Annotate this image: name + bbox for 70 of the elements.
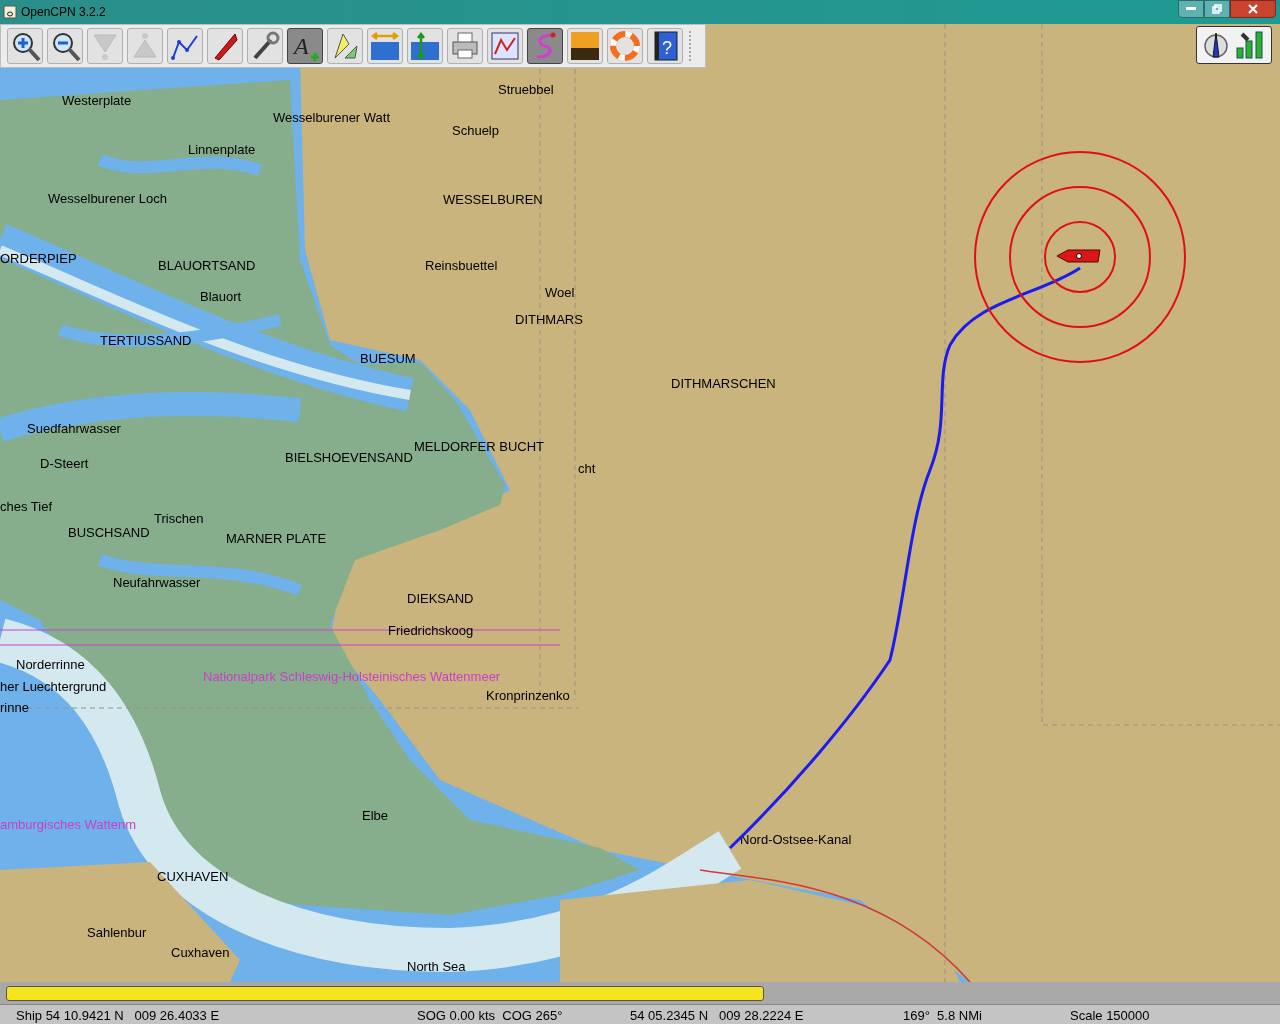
- toolbar-button[interactable]: ?: [647, 28, 683, 64]
- place-label: Blauort: [200, 290, 242, 304]
- restore-icon: [1212, 4, 1222, 14]
- close-icon: [1248, 4, 1258, 14]
- place-label: her Luechtergrund: [0, 680, 107, 694]
- status-field: Ship 54 10.9421 N 009 26.4033 E: [16, 1006, 220, 1024]
- place-label: WESSELBUREN: [443, 193, 543, 207]
- app-icon: [3, 5, 17, 19]
- window-title: OpenCPN 3.2.2: [21, 4, 106, 21]
- place-label: Nord-Ostsee-Kanal: [740, 833, 852, 847]
- place-label: ches Tief: [0, 500, 53, 514]
- place-label: DITHMARS: [515, 313, 583, 327]
- place-label: Sahlenbur: [87, 926, 147, 940]
- close-button[interactable]: [1230, 0, 1276, 18]
- current-icon: [409, 30, 441, 62]
- place-label: DITHMARSCHEN: [671, 377, 776, 391]
- place-label: Westerplate: [62, 94, 132, 108]
- tide-icon: [369, 30, 401, 62]
- toolbar-button[interactable]: [327, 28, 363, 64]
- place-label: Cuxhaven: [171, 946, 230, 960]
- place-label: Reinsbuettel: [425, 259, 498, 273]
- place-label: Elbe: [362, 809, 389, 823]
- place-label: TERTIUSSAND: [100, 334, 192, 348]
- toolbar-button[interactable]: [47, 28, 83, 64]
- place-label: Neufahrwasser: [113, 576, 201, 590]
- signal-strength-icon: [1235, 30, 1265, 60]
- lifebuoy-icon: [609, 30, 641, 62]
- place-label: Trischen: [154, 512, 204, 526]
- place-label: Wesselburener Watt: [273, 111, 391, 125]
- place-label: BUSCHSAND: [68, 526, 150, 540]
- place-label: BLAUORTSAND: [158, 259, 256, 273]
- place-label: Wesselburener Loch: [48, 192, 167, 206]
- place-label: cht: [578, 462, 596, 476]
- place-label: Woel: [545, 286, 575, 300]
- place-label: Kronprinzenko: [486, 689, 570, 703]
- place-label: Linnenplate: [188, 143, 256, 157]
- place-label: MELDORFER BUCHT: [414, 440, 544, 454]
- compass-icon: [1203, 31, 1229, 59]
- status-field: Scale 150000: [1070, 1006, 1150, 1024]
- place-label: DIEKSAND: [407, 592, 474, 606]
- place-label: CUXHAVEN: [157, 870, 229, 884]
- status-field: 169° 5.8 NMi: [903, 1006, 982, 1024]
- sunset-icon: [569, 30, 601, 62]
- place-label: Norderrinne: [16, 658, 85, 672]
- place-label: Schuelp: [452, 124, 499, 138]
- place-label: Friedrichskoog: [388, 624, 474, 638]
- place-label: D-Steert: [40, 457, 89, 471]
- minimize-button[interactable]: [1178, 0, 1204, 18]
- status-field: 54 05.2345 N 009 28.2224 E: [630, 1006, 804, 1024]
- toolbar-button[interactable]: [7, 28, 43, 64]
- place-label: MARNER PLATE: [226, 532, 327, 546]
- chart-key[interactable]: [6, 985, 764, 1001]
- place-label: BUESUM: [360, 352, 416, 366]
- printer-icon: [449, 30, 481, 62]
- minimize-icon: [1186, 7, 1196, 11]
- place-label: ORDERPIEP: [0, 252, 77, 266]
- route-manager-icon: [489, 30, 521, 62]
- maximize-button[interactable]: [1204, 0, 1230, 18]
- toolbar-button[interactable]: [207, 28, 243, 64]
- toolbar-button[interactable]: [247, 28, 283, 64]
- place-label: Suedfahrwasser: [27, 422, 121, 436]
- place-label: North Sea: [407, 960, 466, 974]
- place-label: Struebbel: [498, 83, 554, 97]
- status-field: SOG 0.00 kts COG 265°: [417, 1006, 563, 1024]
- place-label: BIELSHOEVENSAND: [285, 451, 413, 465]
- toolbar-button[interactable]: [567, 28, 603, 64]
- toolbar-grip[interactable]: [689, 31, 693, 61]
- toolbar-button[interactable]: [167, 28, 203, 64]
- toolbar-button[interactable]: A: [287, 28, 323, 64]
- place-label: rinne: [0, 701, 29, 715]
